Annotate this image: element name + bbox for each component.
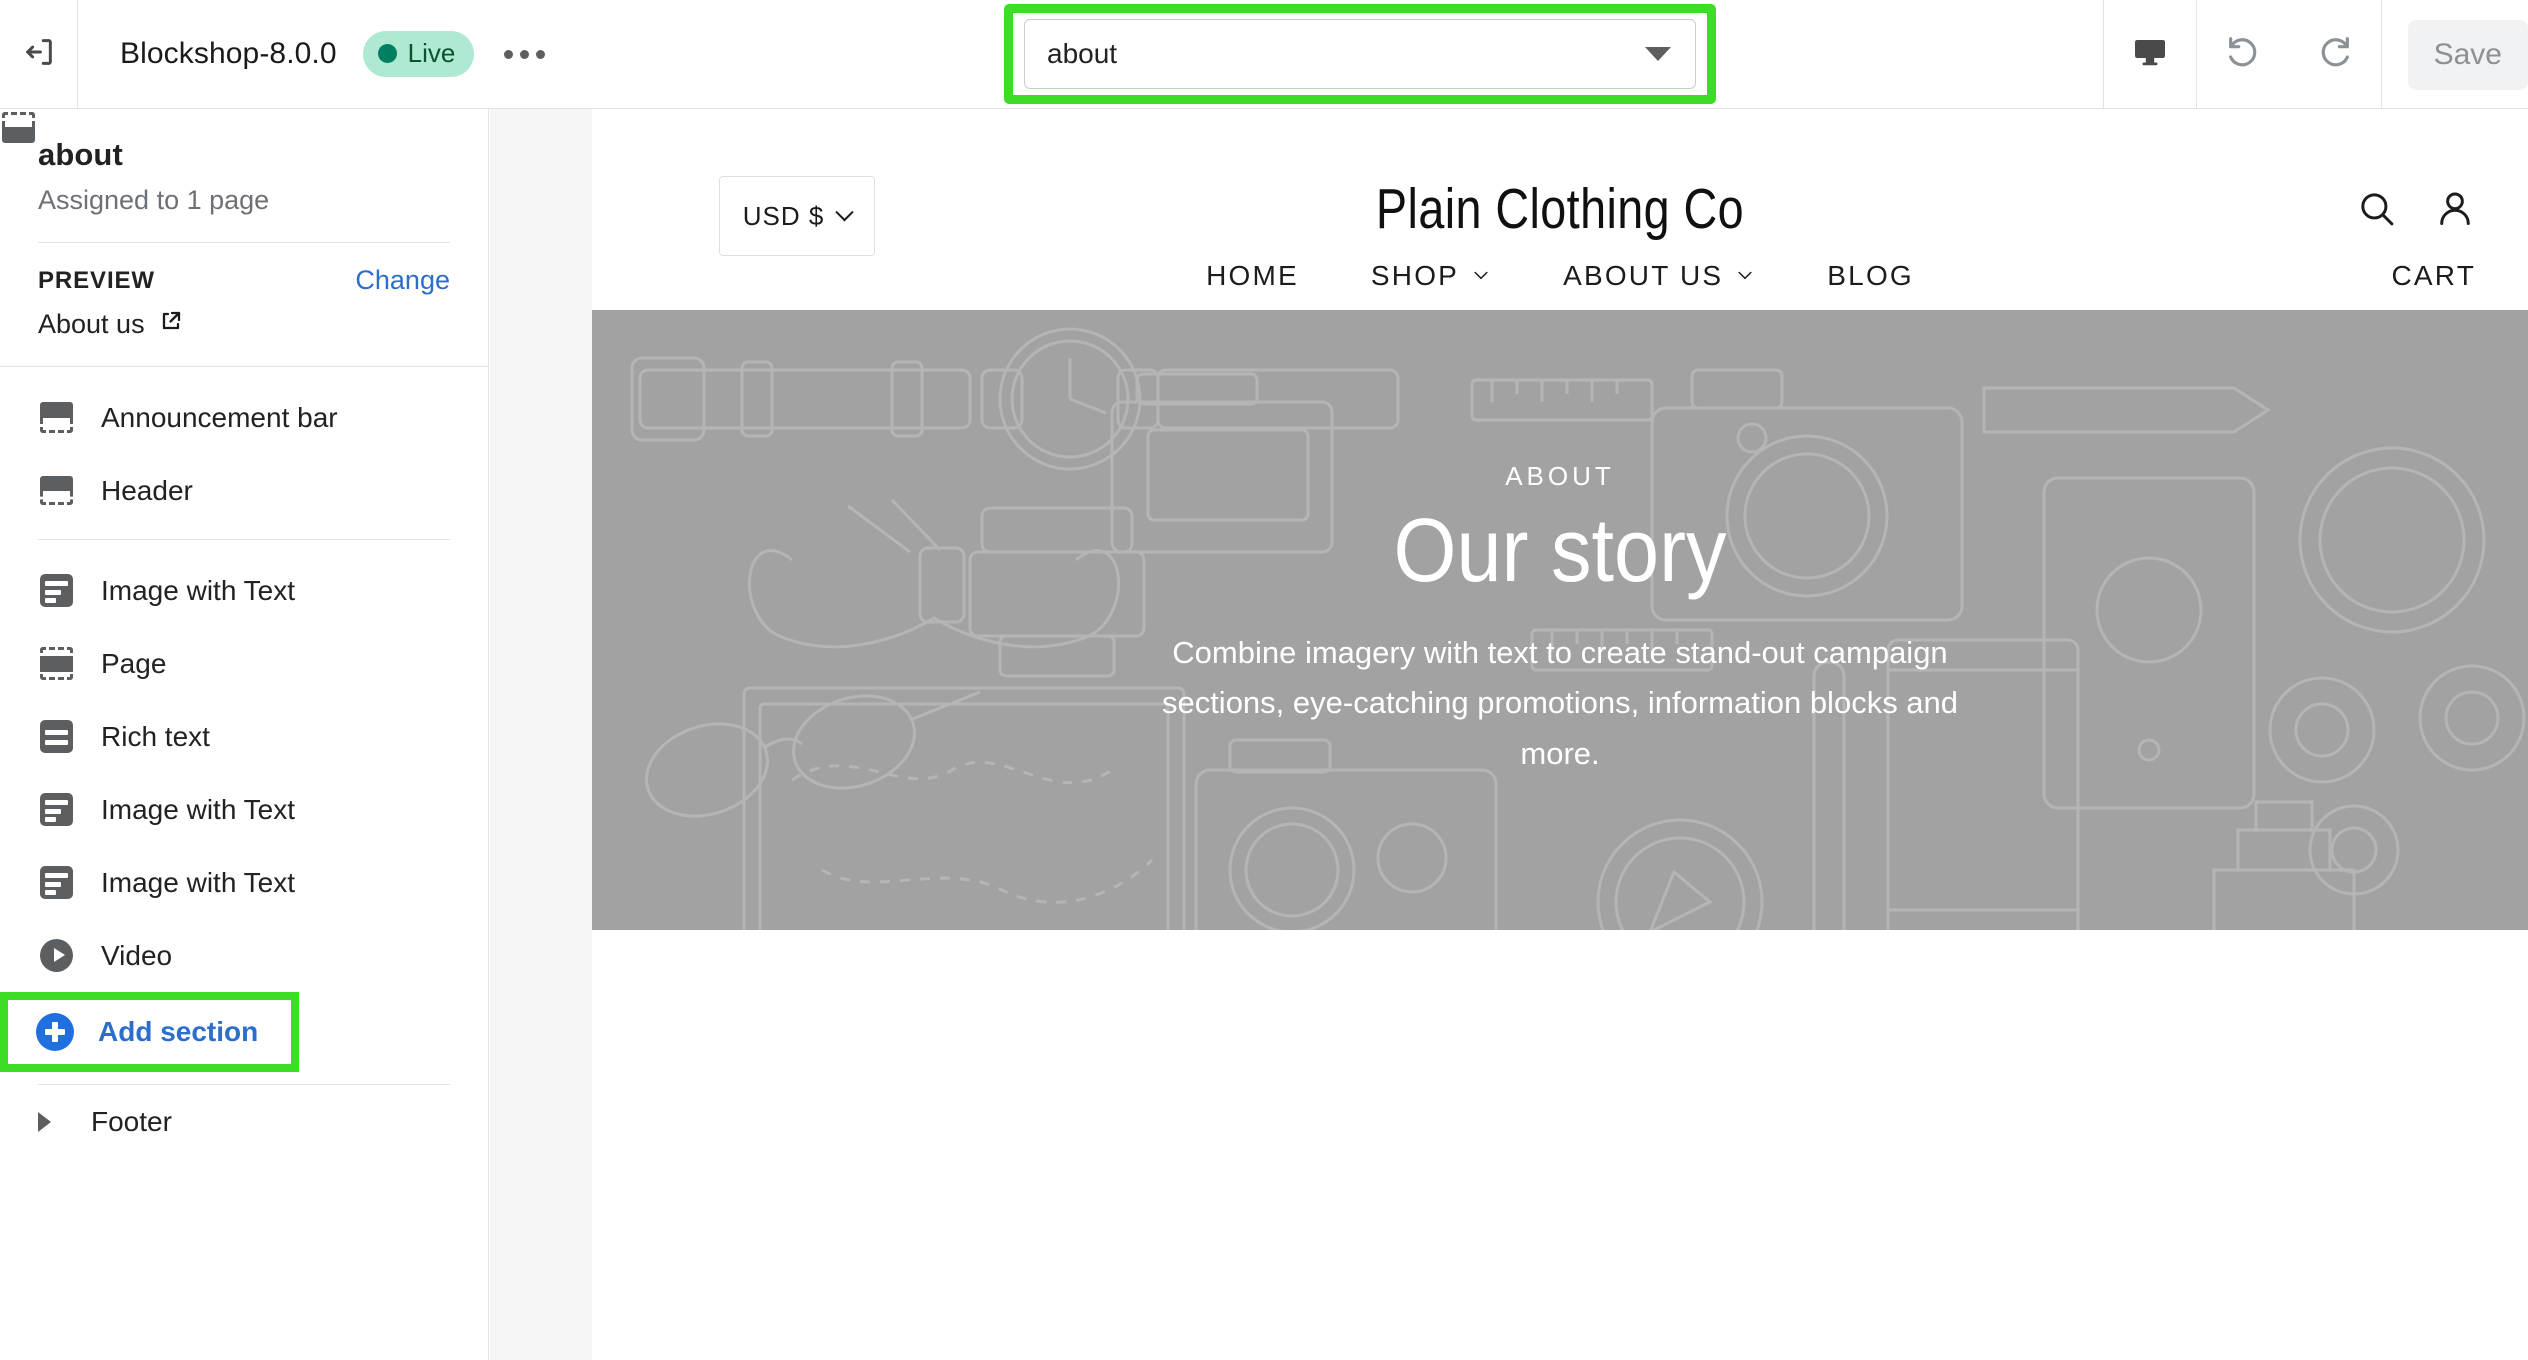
hero-body-text: Combine imagery with text to create stan…	[1161, 635, 1959, 771]
nav-item-shop[interactable]: SHOP	[1371, 260, 1491, 292]
desktop-preview-icon	[2132, 34, 2168, 75]
sidebar-item-page[interactable]: Page	[0, 627, 488, 700]
template-name: about	[38, 137, 123, 172]
nav-label: HOME	[1206, 260, 1299, 291]
canvas-gutter	[490, 109, 592, 1360]
sidebar-item-image-with-text[interactable]: Image with Text	[0, 773, 488, 846]
more-options-button[interactable]	[500, 49, 546, 59]
sidebar-item-label: Rich text	[101, 720, 210, 752]
theme-title: Blockshop-8.0.0	[120, 37, 337, 70]
sidebar-item-label: Page	[101, 647, 167, 679]
video-icon	[38, 937, 75, 974]
hero-content: ABOUT Our story Combine imagery with tex…	[592, 310, 2528, 930]
image-with-text-icon	[38, 572, 75, 609]
nav-item-about-us[interactable]: ABOUT US	[1563, 260, 1755, 292]
template-assigned-text: Assigned to 1 page	[38, 185, 270, 215]
desktop-preview-button[interactable]	[2104, 0, 2196, 109]
plus-circle-icon	[36, 1013, 74, 1051]
exit-to-left-icon	[22, 35, 56, 74]
account-icon[interactable]	[2434, 188, 2476, 235]
template-sections-group: Image with Text Page Rich text Image wit…	[0, 540, 488, 1084]
status-dot-icon	[377, 44, 397, 63]
nav-label: ABOUT US	[1563, 260, 1724, 291]
sidebar-item-rich-text[interactable]: Rich text	[0, 700, 488, 773]
redo-icon	[2315, 32, 2355, 77]
sidebar-item-label: Video	[101, 939, 173, 971]
sidebar-item-announcement-bar[interactable]: Announcement bar	[0, 381, 488, 454]
hero-banner: ABOUT Our story Combine imagery with tex…	[592, 310, 2528, 930]
chevron-down-icon	[1735, 260, 1755, 292]
template-header: about Assigned to 1 page	[0, 109, 488, 242]
nav-item-home[interactable]: HOME	[1206, 260, 1299, 292]
sidebar-item-label: Image with Text	[101, 574, 296, 606]
status-badge: Live	[362, 31, 475, 77]
storefront-header: USD $ Plain Clothing Co HOME SHOP ABOUT …	[592, 132, 2528, 310]
sidebar-item-label: Footer	[91, 1105, 172, 1137]
add-section-button[interactable]: Add section	[8, 1013, 258, 1051]
external-link-icon	[159, 309, 183, 340]
store-brand-name: Plain Clothing Co	[1375, 177, 1745, 241]
sidebar-item-footer[interactable]: Footer	[0, 112, 488, 1158]
image-with-text-icon	[38, 791, 75, 828]
sidebar-item-label: Announcement bar	[101, 401, 338, 433]
fixed-sections-group: Announcement bar Header	[0, 367, 488, 539]
page-selector[interactable]: about	[1024, 19, 1696, 89]
nav-label: BLOG	[1827, 260, 1914, 291]
editor-topbar: Blockshop-8.0.0 Live about Save	[0, 0, 2528, 109]
preview-page-link[interactable]: About us	[38, 309, 450, 340]
search-icon[interactable]	[2356, 188, 2398, 235]
page-selector-highlight: about	[1004, 4, 1716, 104]
sidebar-item-video[interactable]: Video	[0, 919, 488, 992]
chevron-down-icon	[1645, 47, 1671, 61]
hero-eyebrow: ABOUT	[1505, 461, 1615, 492]
sidebar-item-image-with-text[interactable]: Image with Text	[0, 846, 488, 919]
sidebar-item-label: Image with Text	[101, 793, 296, 825]
sections-sidebar: about Assigned to 1 page PREVIEW Change …	[0, 109, 489, 1360]
page-icon	[38, 645, 75, 682]
status-label: Live	[407, 38, 456, 68]
redo-button[interactable]	[2289, 0, 2381, 109]
next-section-placeholder	[592, 930, 2528, 1050]
preview-block: PREVIEW Change About us	[0, 243, 488, 366]
theme-preview-canvas: USD $ Plain Clothing Co HOME SHOP ABOUT …	[592, 132, 2528, 1360]
storefront-nav: HOME SHOP ABOUT US BLOG CART	[592, 260, 2528, 292]
announcement-bar-icon	[38, 399, 75, 436]
nav-label: SHOP	[1370, 260, 1460, 291]
header-icon	[38, 472, 75, 509]
sidebar-item-image-with-text[interactable]: Image with Text	[0, 554, 488, 627]
undo-button[interactable]	[2197, 0, 2289, 109]
ellipsis-icon	[504, 49, 514, 59]
triangle-right-icon[interactable]	[38, 1111, 51, 1132]
preview-page-label: About us	[38, 309, 145, 339]
image-with-text-icon	[38, 864, 75, 901]
cart-link[interactable]: CART	[2391, 260, 2476, 292]
divider	[2380, 0, 2382, 109]
hero-title: Our story	[1393, 501, 1727, 602]
preview-label: PREVIEW	[38, 266, 155, 294]
add-section-label: Add section	[98, 1016, 259, 1047]
exit-editor-button[interactable]	[0, 0, 78, 109]
save-button[interactable]: Save	[2407, 19, 2528, 90]
sidebar-item-label: Image with Text	[101, 866, 296, 898]
nav-item-blog[interactable]: BLOG	[1827, 260, 1914, 292]
undo-icon	[2223, 32, 2263, 77]
change-preview-link[interactable]: Change	[355, 265, 450, 296]
chevron-down-icon	[1471, 260, 1491, 292]
add-section-highlight: Add section	[0, 992, 299, 1072]
sidebar-item-header[interactable]: Header	[0, 454, 488, 527]
sidebar-item-label: Header	[101, 474, 193, 506]
rich-text-icon	[38, 718, 75, 755]
page-selector-value: about	[1047, 38, 1118, 69]
